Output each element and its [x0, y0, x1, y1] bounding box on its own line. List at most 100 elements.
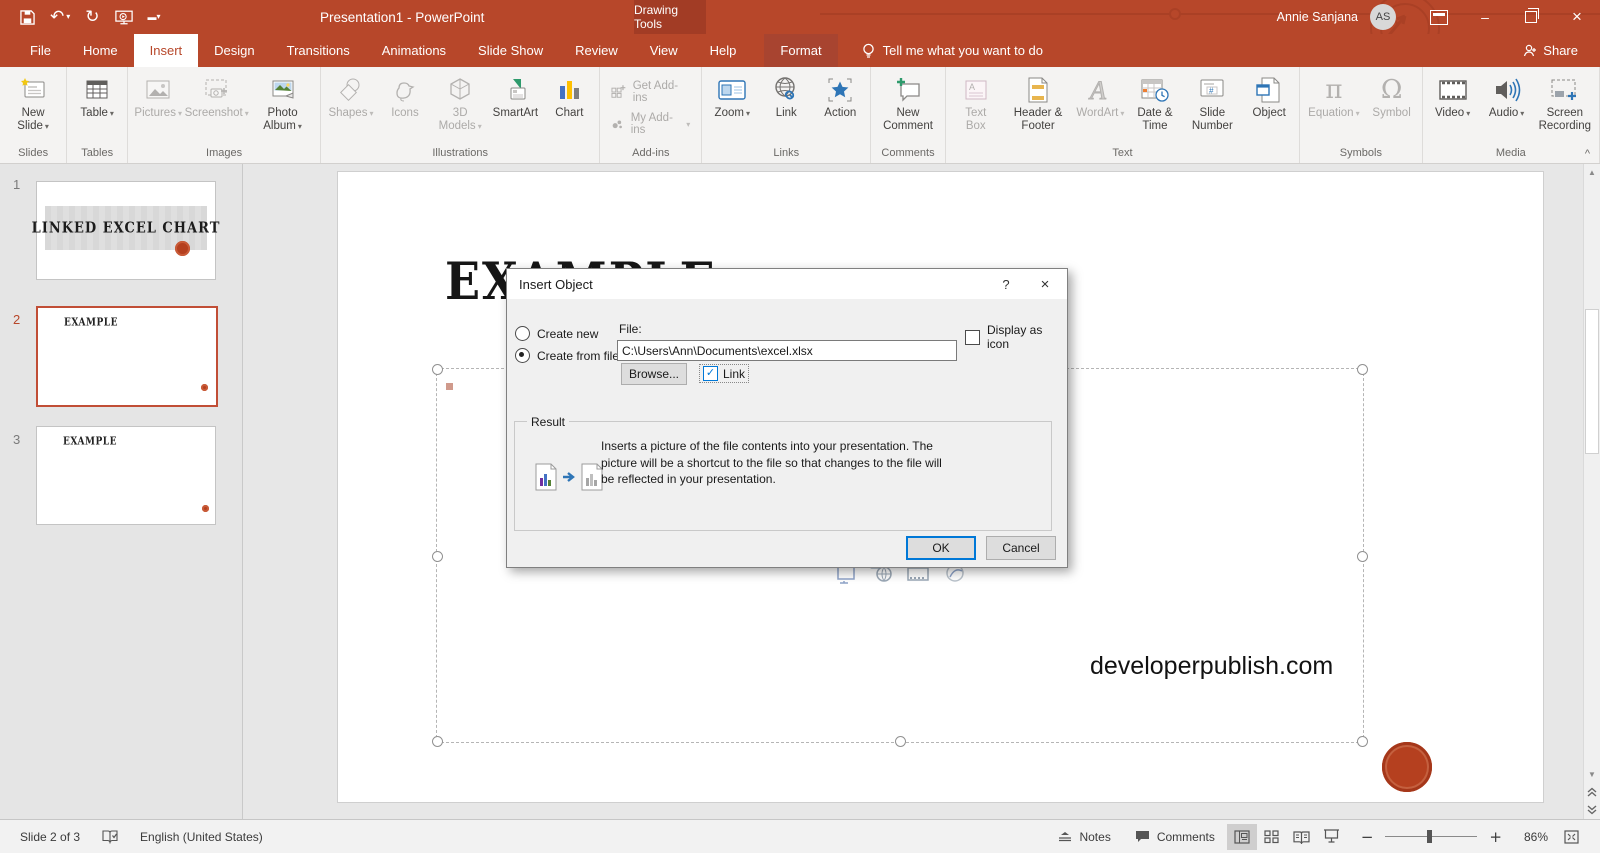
- scroll-down-button[interactable]: ▼: [1584, 766, 1600, 783]
- header-footer-icon: [1026, 73, 1050, 107]
- start-from-beginning-button[interactable]: [114, 10, 133, 25]
- browse-button[interactable]: Browse...: [621, 363, 687, 385]
- zoom-icon: [717, 73, 747, 107]
- thumbnail-title: LINKED EXCEL CHART: [31, 219, 221, 237]
- selection-handle-middle-right[interactable]: [1357, 551, 1368, 562]
- table-button[interactable]: Table ▾: [70, 70, 124, 120]
- tab-file[interactable]: File: [14, 34, 67, 67]
- tab-animations[interactable]: Animations: [366, 34, 462, 67]
- get-addins-icon: [611, 85, 626, 98]
- slide-sorter-view-button[interactable]: [1257, 824, 1287, 850]
- minimize-button[interactable]: –: [1462, 0, 1508, 34]
- screen-recording-button[interactable]: Screen Recording: [1534, 70, 1596, 133]
- equation-pi-icon: π: [1325, 75, 1343, 105]
- link-label: Link: [723, 366, 746, 381]
- chart-button[interactable]: Chart: [542, 70, 596, 120]
- slide-show-view-button[interactable]: [1317, 824, 1347, 850]
- zoom-level[interactable]: 86%: [1508, 830, 1556, 844]
- photo-album-button[interactable]: Photo Album ▾: [248, 70, 317, 133]
- object-button[interactable]: Object: [1242, 70, 1296, 120]
- zoom-slider[interactable]: [1385, 830, 1478, 843]
- text-cursor-marker: [446, 383, 453, 390]
- selection-handle-middle-left[interactable]: [432, 551, 443, 562]
- selection-handle-bottom-right[interactable]: [1357, 736, 1368, 747]
- spell-check-icon[interactable]: [102, 829, 118, 844]
- date-time-button[interactable]: Date & Time: [1127, 70, 1182, 133]
- tab-help[interactable]: Help: [694, 34, 753, 67]
- scrollbar-thumb[interactable]: [1585, 309, 1599, 454]
- undo-button[interactable]: ↶ ▾: [50, 8, 70, 26]
- file-path-input[interactable]: [617, 340, 957, 361]
- language-indicator[interactable]: English (United States): [140, 830, 263, 844]
- dialog-close-button[interactable]: ×: [1023, 269, 1067, 299]
- tab-slide-show[interactable]: Slide Show: [462, 34, 559, 67]
- tab-insert[interactable]: Insert: [133, 34, 199, 67]
- slide-indicator[interactable]: Slide 2 of 3: [20, 830, 80, 844]
- object-icon: [1256, 73, 1282, 107]
- slide-thumbnail-2[interactable]: EXAMPLE: [36, 306, 218, 407]
- scroll-up-button[interactable]: ▲: [1584, 164, 1600, 181]
- zoom-slider-thumb[interactable]: [1427, 830, 1433, 843]
- tell-me-box[interactable]: Tell me what you want to do: [862, 34, 1043, 67]
- display-as-icon-checkbox[interactable]: Display as icon: [965, 323, 1067, 351]
- dialog-title: Insert Object: [519, 276, 593, 292]
- dialog-help-button[interactable]: ?: [989, 269, 1023, 299]
- zoom-out-button[interactable]: −: [1347, 820, 1376, 853]
- previous-slide-button[interactable]: [1584, 783, 1600, 801]
- fit-to-window-button[interactable]: [1556, 824, 1586, 850]
- comments-button[interactable]: Comments: [1123, 820, 1227, 853]
- selection-handle-bottom-left[interactable]: [432, 736, 443, 747]
- cancel-button[interactable]: Cancel: [986, 536, 1056, 560]
- zoom-button[interactable]: Zoom ▾: [705, 70, 759, 120]
- close-button[interactable]: ×: [1554, 0, 1600, 34]
- next-slide-button[interactable]: [1584, 801, 1600, 819]
- action-button[interactable]: Action: [813, 70, 867, 120]
- ribbon-group-text: A Text Box Header & Footer A WordArt ▾ D…: [946, 67, 1301, 163]
- scrollbar-track[interactable]: [1584, 181, 1600, 766]
- ok-button[interactable]: OK: [906, 536, 976, 560]
- collapse-ribbon-button[interactable]: ^: [1585, 148, 1590, 160]
- customize-qat-button[interactable]: ▬ ▾: [148, 12, 161, 22]
- slide-number-button[interactable]: # Slide Number: [1182, 70, 1242, 133]
- radio-selected-icon: [515, 348, 530, 363]
- ribbon: New Slide ▾ Slides Table ▾ Tables Pictur…: [0, 67, 1600, 164]
- video-button[interactable]: Video ▾: [1426, 70, 1480, 120]
- pictures-icon: [144, 73, 172, 107]
- normal-view-button[interactable]: [1226, 823, 1257, 850]
- tab-home[interactable]: Home: [67, 34, 134, 67]
- avatar[interactable]: AS: [1370, 4, 1396, 30]
- selection-handle-top-left[interactable]: [432, 364, 443, 375]
- new-slide-button[interactable]: New Slide ▾: [3, 70, 63, 133]
- group-label-comments: Comments: [881, 147, 935, 159]
- zoom-in-button[interactable]: +: [1487, 820, 1508, 853]
- redo-button[interactable]: ↻: [85, 8, 99, 26]
- result-label: Result: [527, 415, 570, 429]
- create-new-radio[interactable]: Create new: [515, 326, 598, 341]
- selection-handle-top-right[interactable]: [1357, 364, 1368, 375]
- ribbon-group-media: Video ▾ Audio ▾ Screen Recording Media: [1423, 67, 1600, 163]
- ribbon-display-options-button[interactable]: [1416, 0, 1462, 34]
- reading-view-button[interactable]: [1287, 824, 1317, 850]
- slide-thumbnail-1[interactable]: LINKED EXCEL CHART: [32, 181, 219, 280]
- tab-transitions[interactable]: Transitions: [271, 34, 366, 67]
- header-footer-button[interactable]: Header & Footer: [1003, 70, 1074, 133]
- vertical-scrollbar[interactable]: ▲ ▼: [1583, 164, 1600, 819]
- share-button[interactable]: Share: [1523, 34, 1600, 67]
- dropdown-caret-icon: ▾: [477, 122, 482, 131]
- tab-view[interactable]: View: [634, 34, 694, 67]
- slide-thumbnail-3[interactable]: EXAMPLE: [36, 426, 216, 525]
- tab-design[interactable]: Design: [198, 34, 270, 67]
- link-checkbox[interactable]: ✓ Link: [699, 364, 750, 383]
- tab-format[interactable]: Format: [764, 34, 838, 67]
- new-comment-button[interactable]: New Comment: [874, 70, 941, 133]
- save-button[interactable]: [20, 9, 35, 25]
- notes-button[interactable]: Notes: [1046, 820, 1122, 853]
- screenshot-icon: [203, 73, 231, 107]
- create-from-file-radio[interactable]: Create from file: [515, 348, 619, 363]
- audio-button[interactable]: Audio ▾: [1480, 70, 1534, 120]
- link-button[interactable]: Link: [759, 70, 813, 120]
- smartart-button[interactable]: SmartArt: [488, 70, 542, 120]
- restore-button[interactable]: [1508, 0, 1554, 34]
- tab-review[interactable]: Review: [559, 34, 634, 67]
- selection-handle-bottom-center[interactable]: [895, 736, 906, 747]
